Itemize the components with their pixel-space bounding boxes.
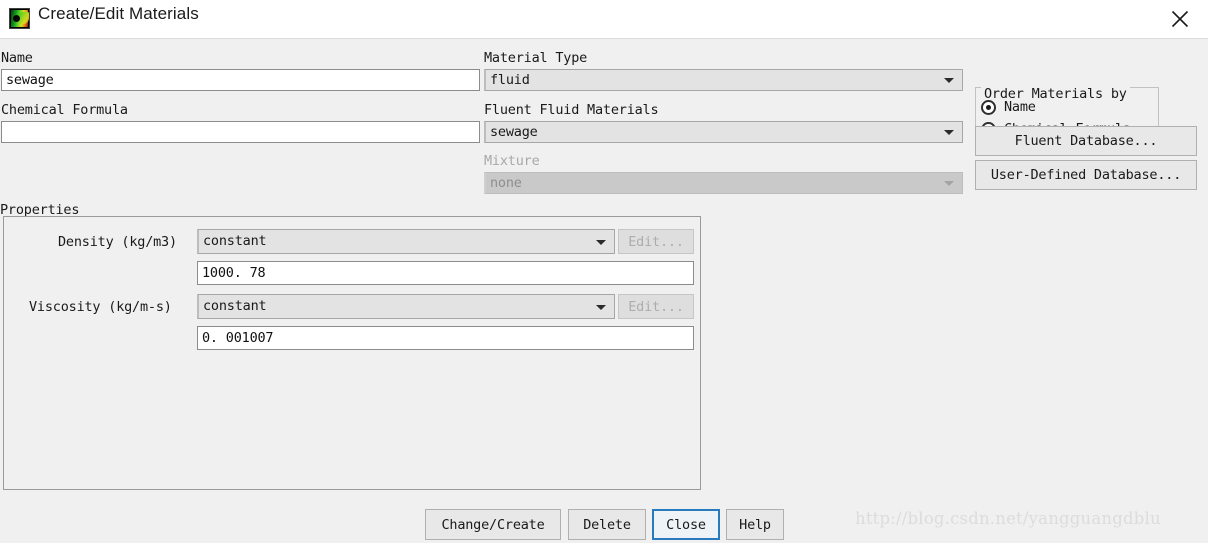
close-button[interactable]: Close [652,509,720,540]
chevron-down-icon [596,304,606,310]
delete-button-label: Delete [583,516,631,533]
properties-frame [3,216,701,490]
window-title: Create/Edit Materials [38,4,199,23]
close-button-label: Close [666,516,706,533]
help-button-label: Help [739,516,771,533]
watermark-text: http://blog.csdn.net/yangguangdblu [855,509,1161,528]
fluent-database-button[interactable]: Fluent Database... [975,126,1197,156]
density-method-select[interactable]: constant [197,229,615,254]
density-label: Density (kg/m3) [58,234,177,250]
radio-order-by-name[interactable]: Name [981,99,1036,115]
fluent-fluid-materials-label: Fluent Fluid Materials [484,102,659,118]
radio-icon-selected [981,99,996,115]
material-type-label: Material Type [484,50,588,66]
mixture-select: none [484,172,963,194]
change-create-button-label: Change/Create [441,516,545,533]
name-input[interactable]: sewage [1,69,480,91]
fluent-app-icon [9,8,30,29]
viscosity-edit-button-label: Edit... [628,298,684,315]
chemical-formula-input[interactable] [1,121,480,143]
user-defined-database-button-label: User-Defined Database... [990,167,1182,183]
mixture-value: none [490,175,522,191]
viscosity-label: Viscosity (kg/m-s) [29,299,172,315]
chevron-down-icon [944,181,954,186]
chemical-formula-label: Chemical Formula [1,102,128,118]
name-label: Name [1,50,33,66]
material-type-value: fluid [490,72,530,88]
viscosity-method-value: constant [203,298,267,314]
user-defined-database-button[interactable]: User-Defined Database... [975,160,1197,190]
viscosity-edit-button: Edit... [618,294,694,319]
material-type-select[interactable]: fluid [484,69,963,91]
density-edit-button-label: Edit... [628,233,684,250]
help-button[interactable]: Help [726,509,784,540]
mixture-label: Mixture [484,153,540,169]
delete-button[interactable]: Delete [568,509,646,540]
density-value-input[interactable]: 1000. 78 [197,261,694,285]
viscosity-value-input[interactable]: 0. 001007 [197,326,694,350]
change-create-button[interactable]: Change/Create [425,509,561,540]
viscosity-method-select[interactable]: constant [197,294,615,319]
density-edit-button: Edit... [618,229,694,254]
window-titlebar: Create/Edit Materials [0,0,1208,38]
chevron-down-icon [944,130,954,135]
radio-order-by-name-label: Name [1004,99,1036,115]
chevron-down-icon [944,78,954,83]
density-method-value: constant [203,233,267,249]
dialog-body: Name sewage Chemical Formula Material Ty… [0,39,1208,543]
close-icon[interactable] [1158,2,1202,34]
chevron-down-icon [596,239,606,245]
fluent-database-button-label: Fluent Database... [1014,133,1158,149]
fluent-fluid-materials-select[interactable]: sewage [484,121,963,143]
fluent-fluid-materials-value: sewage [490,124,538,140]
